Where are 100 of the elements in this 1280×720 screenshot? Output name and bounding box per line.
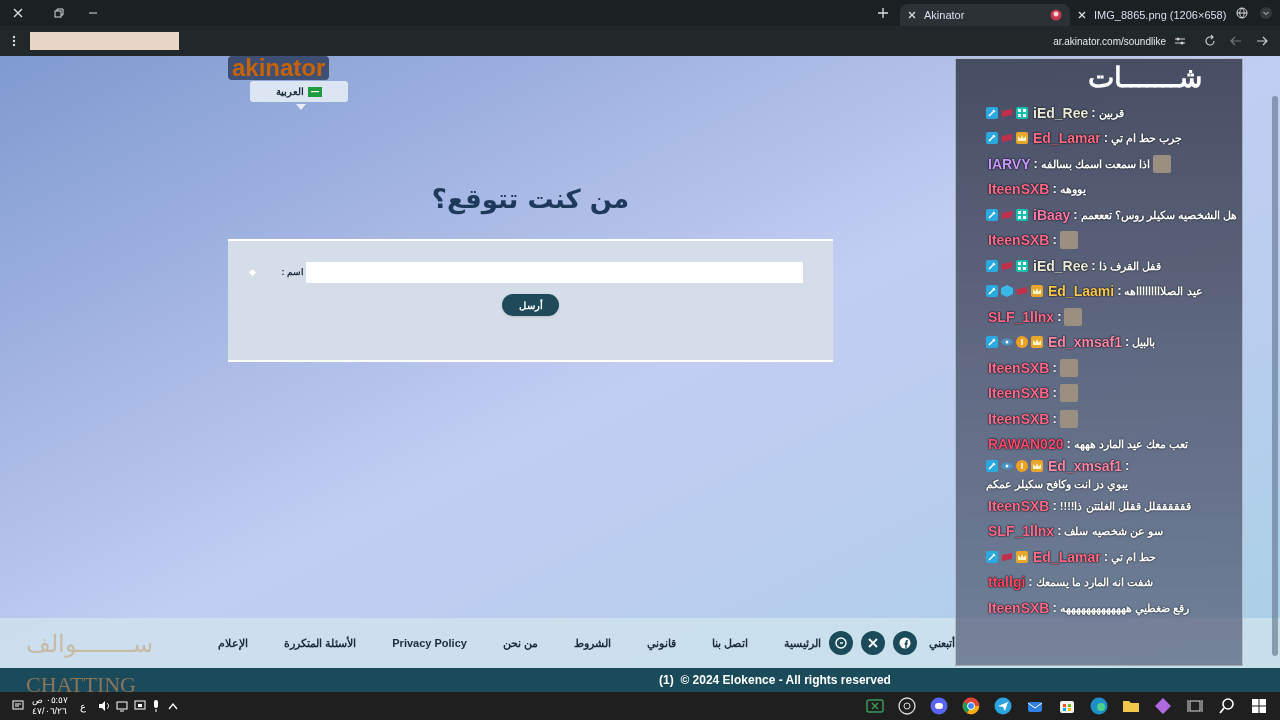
chat-separator: : xyxy=(1052,231,1057,250)
chat-message: جرب حط ام تي xyxy=(1111,131,1183,148)
globe-icon[interactable] xyxy=(1236,7,1248,19)
overlay-logo-subtitle: CHATTING xyxy=(26,674,136,696)
chat-message: يبوي دز انت وكافح سكيلر عمكم xyxy=(986,477,1129,493)
x-logo-icon[interactable] xyxy=(861,631,885,655)
footer-link[interactable]: الأسئلة المتكررة xyxy=(284,634,357,652)
task-view-icon[interactable] xyxy=(1186,697,1204,715)
menu-icon[interactable] xyxy=(12,35,16,47)
flag-badge-icon xyxy=(1001,550,1013,563)
address-url[interactable]: ar.akinator.com/soundlike xyxy=(1053,33,1166,49)
close-icon[interactable] xyxy=(1078,11,1086,19)
browser-icon[interactable] xyxy=(962,697,980,715)
chat-message: رقع ضغطيي هههههههههههههه xyxy=(1059,600,1189,617)
follow-label: أتبعني xyxy=(929,635,955,652)
chat-separator: : xyxy=(1091,256,1096,275)
paper-plane-icon[interactable] xyxy=(994,697,1012,715)
language-button[interactable]: العربية xyxy=(250,81,348,102)
chat-message: يووهه xyxy=(1059,182,1086,198)
chat-message: شفت انه المارد ما يسمعك xyxy=(1035,575,1153,591)
flag-badge-icon xyxy=(1001,106,1013,119)
restore-icon[interactable] xyxy=(54,8,64,18)
tune-icon[interactable] xyxy=(1174,36,1186,46)
chat-separator: : xyxy=(1124,457,1130,475)
clock-time[interactable]: ٠٥:٥٧ ص xyxy=(32,695,69,706)
chat-username: iBaay xyxy=(1033,205,1071,224)
flag-badge-icon xyxy=(1001,132,1013,145)
name-input[interactable] xyxy=(306,262,803,283)
flag-icon xyxy=(308,86,322,97)
coin-badge-icon xyxy=(1016,460,1028,472)
chat-separator: : xyxy=(1028,573,1033,592)
wrench-badge-icon xyxy=(986,285,998,298)
browser-tab[interactable]: IMG_8865.png (1206×658) xyxy=(1070,4,1230,26)
input-language[interactable]: ع xyxy=(80,698,87,714)
crown-badge-icon xyxy=(1031,460,1043,472)
display-icon[interactable] xyxy=(134,700,147,712)
flag-badge-icon xyxy=(1001,208,1013,221)
chat-username: SLF_1llnx xyxy=(988,307,1055,326)
chat-separator: : xyxy=(1124,333,1130,352)
spreadsheet-icon[interactable] xyxy=(866,697,884,715)
submit-button[interactable]: أرسل xyxy=(502,294,559,316)
new-tab-icon[interactable] xyxy=(878,8,888,18)
chat-separator: : xyxy=(1033,154,1038,173)
crown-badge-icon xyxy=(1016,132,1028,145)
chat-username: IteenSXB xyxy=(988,496,1050,515)
chevron-up-icon[interactable] xyxy=(168,702,179,710)
chat-username: IteenSXB xyxy=(988,598,1050,617)
footer-link[interactable]: قانوني xyxy=(646,634,676,652)
close-icon[interactable] xyxy=(13,8,23,18)
flag-badge-icon xyxy=(1001,259,1013,272)
eye-badge-icon xyxy=(1001,460,1013,472)
notification-icon[interactable] xyxy=(12,700,24,712)
crown-badge-icon xyxy=(1031,336,1043,349)
chat-username: ttallgi xyxy=(988,573,1026,592)
chat-title: شـــــــات xyxy=(1088,61,1202,95)
back-icon[interactable] xyxy=(1230,35,1242,47)
close-icon[interactable] xyxy=(908,11,916,19)
chat-separator: : xyxy=(1052,384,1057,403)
microphone-icon[interactable] xyxy=(152,700,161,712)
footer-link[interactable]: اتصل بنا xyxy=(711,634,748,652)
chat-username: IteenSXB xyxy=(988,384,1050,403)
scrollbar-thumb[interactable] xyxy=(1272,96,1278,656)
copyright-text: (1) © 2024 Elokence - All rights reserved xyxy=(659,672,891,689)
chat-username: iEd_Ree xyxy=(1033,256,1089,275)
wrench-badge-icon xyxy=(986,550,998,563)
windows-start-icon[interactable] xyxy=(1250,697,1268,715)
page-title: من كنت تتوقع؟ xyxy=(430,183,631,217)
chat-username: Ed_xmsaf1 xyxy=(1048,333,1122,352)
chat-separator: : xyxy=(1073,205,1078,224)
forward-icon[interactable] xyxy=(1256,35,1268,47)
field-label: اسم : xyxy=(280,265,304,280)
footer-link[interactable]: من نحن xyxy=(502,634,538,652)
chat-separator: : xyxy=(1091,103,1096,122)
footer-link[interactable]: الإعلام xyxy=(218,634,249,652)
chat-message: قفل القرف ذا xyxy=(1098,258,1161,275)
caret-icon xyxy=(296,104,306,110)
chat-separator: : xyxy=(1103,129,1109,148)
chevron-down-icon[interactable] xyxy=(1260,7,1272,19)
chat-username: IARVY xyxy=(988,154,1031,173)
chat-separator: : xyxy=(1052,180,1057,199)
grid-badge-icon xyxy=(1016,208,1028,221)
chat-separator: : xyxy=(1052,409,1057,428)
chat-app-icon[interactable] xyxy=(930,697,948,715)
chat-username: iEd_Ree xyxy=(1033,103,1089,122)
chat-separator: : xyxy=(1052,358,1057,377)
chat-separator: : xyxy=(1103,547,1109,566)
footer-link[interactable]: الرئيسية xyxy=(784,634,821,652)
volume-icon[interactable] xyxy=(98,700,111,712)
footer-link[interactable]: Privacy Policy xyxy=(392,634,467,652)
footer-link[interactable]: الشروط xyxy=(573,634,611,652)
chat-separator: : xyxy=(1052,598,1057,617)
facebook-icon[interactable] xyxy=(893,631,917,655)
chat-username: Ed_Lamar xyxy=(1033,547,1101,566)
reload-icon[interactable] xyxy=(1204,35,1216,47)
clock-date[interactable]: ٤٧/٠٦/٢٦ xyxy=(32,706,69,717)
chat-message: هل الشخصيه سكيلر روس؟ تعععمم xyxy=(1080,207,1237,224)
search-icon[interactable] xyxy=(1218,697,1236,715)
browser-tab[interactable]: Akinator xyxy=(900,4,1070,26)
google-plus-icon[interactable] xyxy=(829,631,853,655)
wrench-badge-icon xyxy=(986,208,998,221)
